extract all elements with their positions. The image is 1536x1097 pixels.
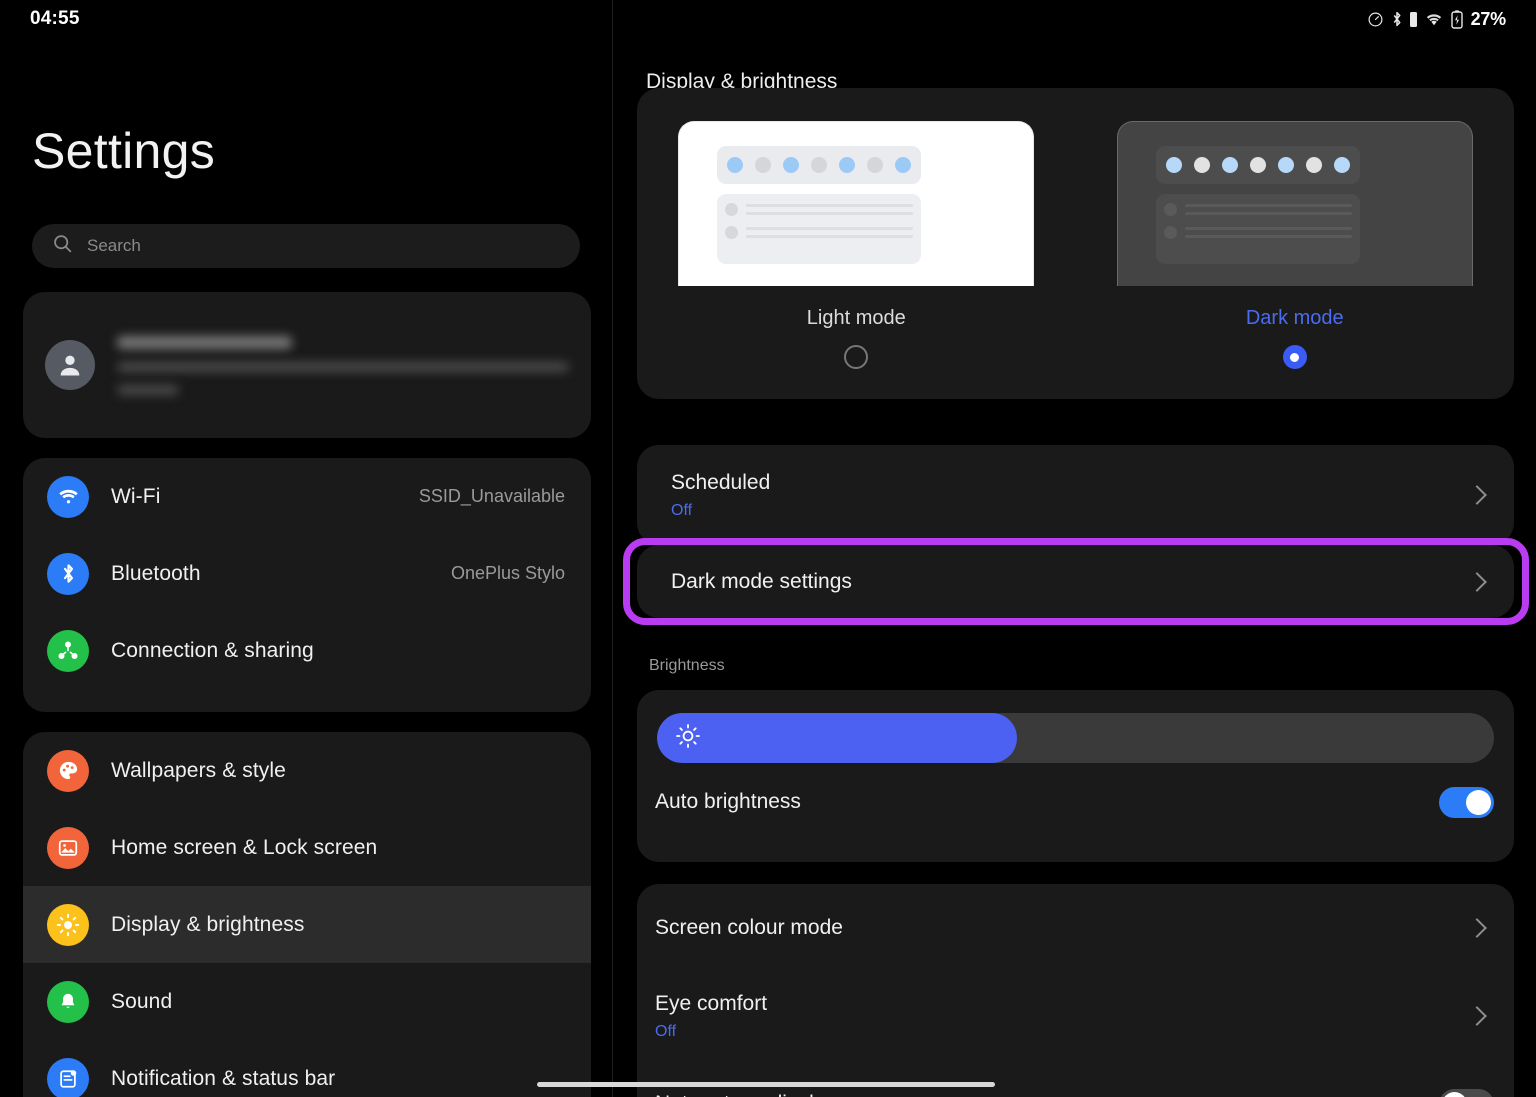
connection-sharing-icon — [47, 629, 89, 672]
brightness-slider[interactable] — [657, 713, 1494, 763]
sun-icon — [675, 723, 701, 754]
avatar — [45, 340, 95, 390]
gesture-navigation-bar[interactable] — [537, 1082, 995, 1087]
scheduled-row[interactable]: Scheduled Off — [637, 445, 1514, 545]
profile-card[interactable] — [23, 292, 591, 438]
profile-blurred-text — [117, 335, 569, 395]
brightness-card: Auto brightness — [637, 690, 1514, 862]
brightness-section-label: Brightness — [649, 657, 725, 674]
screen-colour-mode-row[interactable]: Screen colour mode — [637, 884, 1514, 972]
sidebar-item-home-lock-screen[interactable]: Home screen & Lock screen — [23, 809, 591, 886]
chevron-right-icon — [1467, 485, 1487, 505]
sidebar-item-label: Sound — [111, 989, 173, 1013]
settings-screen: 04:55 27% Settings Search Wi-Fi SSID_Una… — [0, 0, 1536, 1097]
dark-mode-radio[interactable] — [1282, 345, 1307, 369]
light-mode-label: Light mode — [806, 307, 906, 329]
sidebar-item-notification-status-bar[interactable]: Notification & status bar — [23, 1040, 591, 1097]
scheduled-title: Scheduled — [671, 470, 771, 494]
nature-tone-display-toggle[interactable] — [1439, 1088, 1494, 1097]
sidebar-item-label: Notification & status bar — [111, 1066, 336, 1090]
sidebar-item-value: OnePlus Stylo — [450, 563, 565, 583]
light-mode-option[interactable]: Light mode — [666, 121, 1046, 369]
light-mode-radio[interactable] — [844, 345, 869, 369]
sidebar-item-bluetooth[interactable]: Bluetooth OnePlus Stylo — [23, 535, 591, 612]
notification-icon — [47, 1057, 89, 1097]
sidebar-item-label: Wallpapers & style — [111, 758, 286, 782]
sidebar-item-label: Bluetooth — [111, 561, 201, 585]
sidebar-item-value: SSID_Unavailable — [418, 486, 565, 506]
dark-mode-preview — [1116, 121, 1473, 286]
light-mode-preview — [678, 121, 1035, 286]
sidebar-item-wi-fi[interactable]: Wi-Fi SSID_Unavailable — [23, 458, 591, 535]
dark-mode-settings-title: Dark mode settings — [671, 569, 852, 593]
sidebar-item-label: Connection & sharing — [111, 638, 314, 662]
bell-icon — [47, 980, 89, 1023]
palette-icon — [47, 749, 89, 792]
dark-mode-option[interactable]: Dark mode — [1105, 121, 1485, 369]
page-title: Settings — [32, 123, 216, 179]
search-icon — [52, 233, 73, 259]
dark-mode-label: Dark mode — [1245, 307, 1344, 329]
sidebar-item-display-brightness[interactable]: Display & brightness — [23, 886, 591, 963]
display-brightness-panel: Display & brightness Light mode Dark mod… — [613, 0, 1536, 1097]
image-icon — [47, 826, 89, 869]
display-options-card: Screen colour mode Eye comfort Off Natur… — [637, 884, 1514, 1097]
auto-brightness-toggle[interactable] — [1439, 786, 1494, 818]
dark-mode-settings-row[interactable]: Dark mode settings — [637, 545, 1514, 618]
theme-mode-card: Light mode Dark mode — [637, 88, 1514, 399]
screen-colour-mode-title: Screen colour mode — [655, 916, 843, 939]
sidebar-item-label: Display & brightness — [111, 912, 305, 936]
search-input[interactable]: Search — [32, 224, 580, 268]
bluetooth-icon — [47, 552, 89, 595]
auto-brightness-row[interactable]: Auto brightness — [637, 763, 1514, 841]
auto-brightness-label: Auto brightness — [655, 790, 801, 813]
sidebar-item-connection-sharing[interactable]: Connection & sharing — [23, 612, 591, 689]
nature-tone-display-title: Nature tone display — [655, 1092, 1439, 1097]
scheduled-status: Off — [671, 501, 693, 519]
chevron-right-icon — [1467, 1006, 1487, 1026]
eye-comfort-row[interactable]: Eye comfort Off — [637, 972, 1514, 1060]
sidebar-item-sound[interactable]: Sound — [23, 963, 591, 1040]
chevron-right-icon — [1467, 571, 1487, 592]
sidebar-group-personalization: Wallpapers & style Home screen & Lock sc… — [23, 732, 591, 1097]
chevron-right-icon — [1467, 918, 1487, 938]
wifi-icon — [47, 475, 89, 518]
brightness-icon — [47, 903, 89, 946]
sidebar-group-connectivity: Wi-Fi SSID_Unavailable Bluetooth OnePlus… — [23, 458, 591, 712]
eye-comfort-status: Off — [655, 1022, 677, 1040]
sidebar-item-wallpapers-style[interactable]: Wallpapers & style — [23, 732, 591, 809]
sidebar-item-label: Home screen & Lock screen — [111, 835, 378, 859]
settings-sidebar: Settings Search Wi-Fi SSID_Unavailable B… — [0, 0, 613, 1097]
nature-tone-display-row[interactable]: Nature tone display — [637, 1060, 1514, 1097]
sidebar-item-label: Wi-Fi — [111, 484, 161, 508]
eye-comfort-title: Eye comfort — [655, 991, 768, 1015]
search-placeholder: Search — [87, 236, 141, 255]
